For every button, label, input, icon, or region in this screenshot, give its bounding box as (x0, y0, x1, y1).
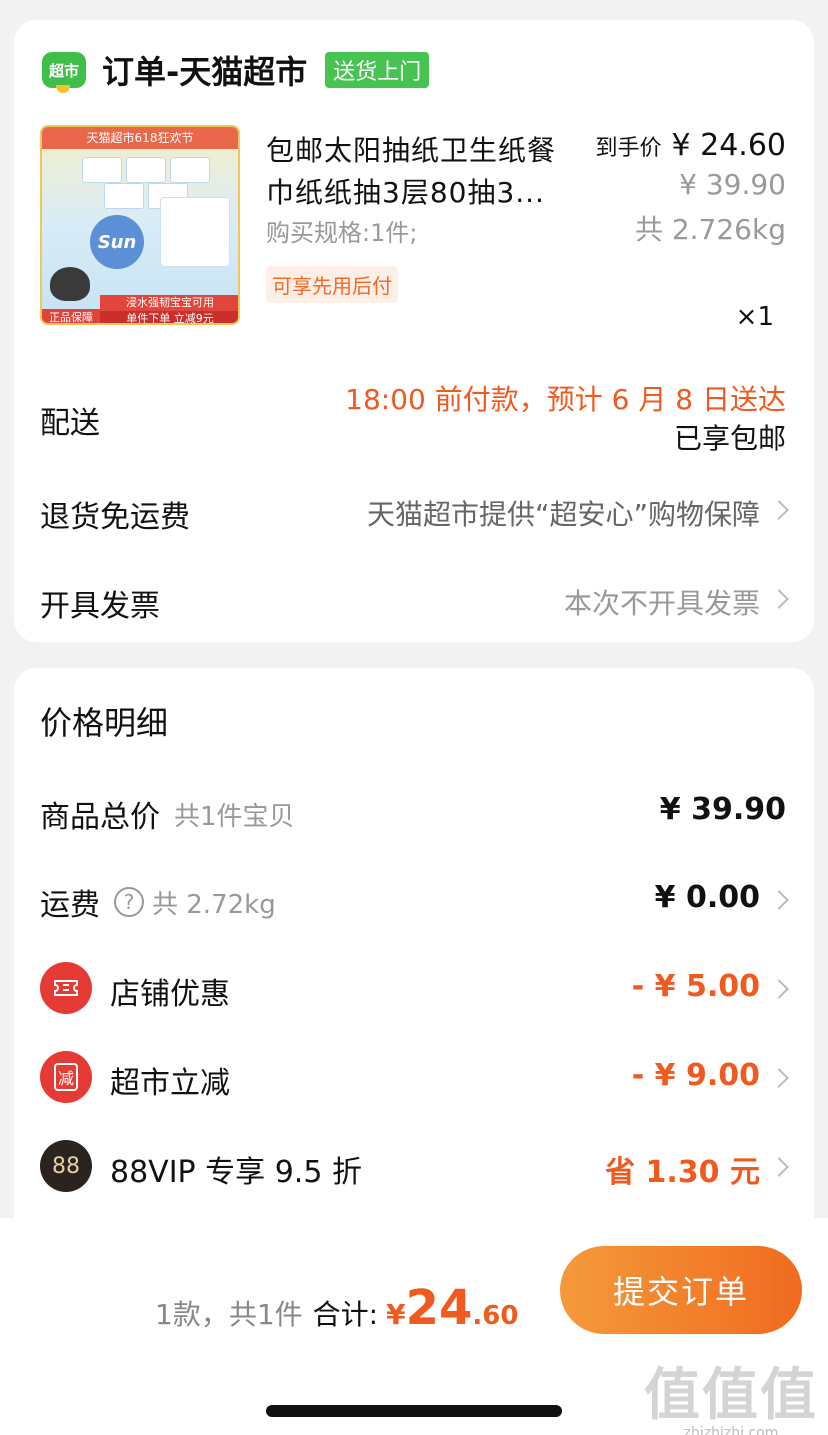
invoice-value: 本次不开具发票 (563, 587, 760, 620)
total-amount-integer: 24 (405, 1280, 473, 1336)
items-total-label: 商品总价 共1件宝贝 (40, 792, 295, 836)
market-discount-value: - ¥ 9.00 (631, 1058, 760, 1093)
checkout-bar: 1款，共1件 合计: ¥ 24 .60 提交订单 值值值 zhizhizhi.c… (0, 1218, 828, 1435)
chevron-right-icon (769, 500, 789, 520)
market-discount-label: 超市立减 (110, 1066, 230, 1101)
invoice-label: 开具发票 (40, 589, 160, 624)
final-price-row: 到手价 ¥ 24.60 (595, 128, 786, 163)
delivery-badge: 送货上门 (325, 52, 430, 88)
item-count: 1款，共1件 (155, 1298, 303, 1331)
chevron-right-icon (769, 1157, 789, 1177)
vip-discount-label: 88VIP 专享 9.5 折 (110, 1155, 362, 1190)
freight-label: 运费 ? 共 2.72kg (40, 880, 276, 924)
product-weight: 共 2.726kg (634, 213, 786, 246)
chevron-right-icon (769, 1068, 789, 1088)
submit-order-button[interactable]: 提交订单 (560, 1246, 802, 1334)
total-label: 合计: (312, 1298, 379, 1331)
items-total-sub: 共1件宝贝 (174, 801, 295, 832)
shop-name: 订单-天猫超市 (102, 53, 308, 91)
shipping-label: 配送 (40, 406, 100, 441)
original-price: ¥ 39.90 (679, 168, 786, 201)
total-amount-decimal: .60 (472, 1301, 519, 1331)
help-icon[interactable]: ? (114, 887, 144, 917)
tmall-supermarket-logo-icon: 超市 (42, 52, 86, 93)
vip-discount-value: 省 1.30 元 (605, 1155, 760, 1190)
tmall-cat-icon (50, 267, 90, 301)
product-spec: 购买规格:1件; (266, 219, 418, 247)
final-price: ¥ 24.60 (671, 128, 786, 163)
final-price-label: 到手价 (595, 136, 662, 161)
quantity: ×1 (735, 302, 774, 332)
freight-value: ¥ 0.00 (654, 880, 760, 915)
watermark: 值值值 zhizhizhi.com (644, 1363, 818, 1435)
88vip-icon: 88 (40, 1140, 92, 1192)
price-detail-card: 价格明细 商品总价 共1件宝贝 ¥ 39.90 运费 ? 共 2.72kg ¥ … (14, 668, 814, 1248)
chevron-right-icon (769, 890, 789, 910)
items-total-value: ¥ 39.90 (659, 792, 786, 827)
shipping-eta: 18:00 前付款，预计 6 月 8 日送达 (345, 383, 786, 416)
freight-sub: 共 2.72kg (152, 889, 276, 920)
price-detail-title: 价格明细 (40, 704, 169, 742)
free-shipping-text: 已享包邮 (673, 422, 786, 455)
reduce-badge-icon: 减 (40, 1051, 92, 1103)
order-summary: 1款，共1件 合计: ¥ 24 .60 (155, 1280, 518, 1336)
return-shipping-label: 退货免运费 (40, 500, 190, 535)
product-image[interactable]: 天猫超市618狂欢节 Sun 浸水强韧宝宝可用 单件下单 立减9元 正品保障 (40, 125, 240, 325)
store-discount-label: 店铺优惠 (110, 977, 230, 1012)
currency-symbol: ¥ (386, 1298, 406, 1331)
return-shipping-value: 天猫超市提供“超安心”购物保障 (366, 498, 760, 531)
coupon-ticket-icon (40, 962, 92, 1014)
store-discount-value: - ¥ 5.00 (631, 969, 760, 1004)
pay-later-badge: 可享先用后付 (266, 266, 398, 303)
order-card: 超市 订单-天猫超市 送货上门 天猫超市618狂欢节 Sun 浸水强韧宝宝可用 … (14, 20, 814, 642)
chevron-right-icon (769, 589, 789, 609)
home-indicator[interactable] (266, 1405, 562, 1417)
chevron-right-icon (769, 979, 789, 999)
product-title[interactable]: 包邮太阳抽纸卫生纸餐 巾纸纸抽3层80抽3... (266, 130, 586, 214)
shop-header[interactable]: 超市 订单-天猫超市 送货上门 (42, 48, 430, 93)
